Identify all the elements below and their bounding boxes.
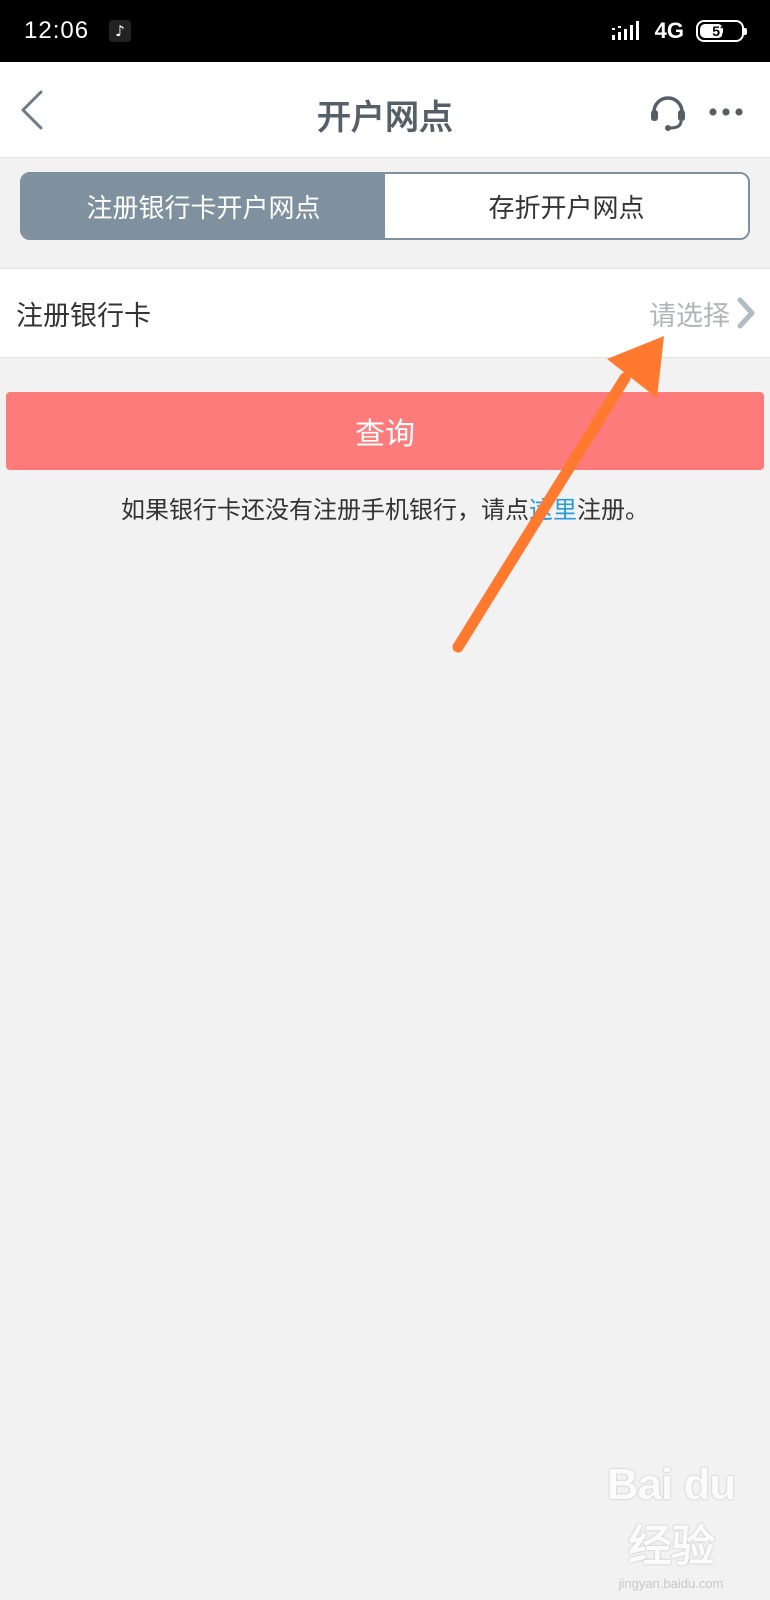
network-label: 4G [654,18,684,43]
customer-service-button[interactable] [646,88,690,134]
row-right: 请选择 [649,294,756,333]
more-button[interactable] [704,92,748,132]
tab-registered-card-branches[interactable]: 注册银行卡开户网点 [22,174,385,238]
more-dots-icon [709,108,743,116]
watermark-url: jingyan.baidu.com [618,1576,724,1591]
chevron-right-icon [737,297,755,329]
baidu-watermark: Bai du 经验 jingyan.baidu.com [586,1460,756,1591]
register-here-link[interactable]: 这里 [529,496,577,524]
page: 12:06 ♪ 4G 57 开户网点 注册银行卡开户网点 存折开户网点 注册银行… [0,0,770,1600]
battery-level: 57 [712,23,728,39]
hint-suffix: 注册。 [577,496,649,524]
tiktok-icon: ♪ [109,20,132,42]
query-button[interactable]: 查询 [6,392,764,470]
headset-icon [651,96,685,131]
signal-icon [611,21,639,40]
register-hint: 如果银行卡还没有注册手机银行，请点这里注册。 [0,490,770,525]
hint-prefix: 如果银行卡还没有注册手机银行，请点 [121,496,529,524]
registered-card-label: 注册银行卡 [16,300,151,332]
nav-bar: 开户网点 [0,62,770,158]
annotation-arrow [452,336,664,653]
tab-passbook-branches[interactable]: 存折开户网点 [385,174,748,238]
card-select-placeholder: 请选择 [649,300,730,332]
registered-card-select-row[interactable]: 注册银行卡 请选择 [0,268,770,358]
status-bar: 12:06 ♪ 4G 57 [0,0,770,62]
status-right: 4G 57 [611,18,747,44]
battery-icon: 57 [696,20,747,42]
branch-type-tabs: 注册银行卡开户网点 存折开户网点 [20,172,750,240]
status-time: 12:06 [24,17,90,44]
baidu-logo: Bai du 经验 [606,1460,736,1571]
status-left: 12:06 ♪ [24,17,132,45]
